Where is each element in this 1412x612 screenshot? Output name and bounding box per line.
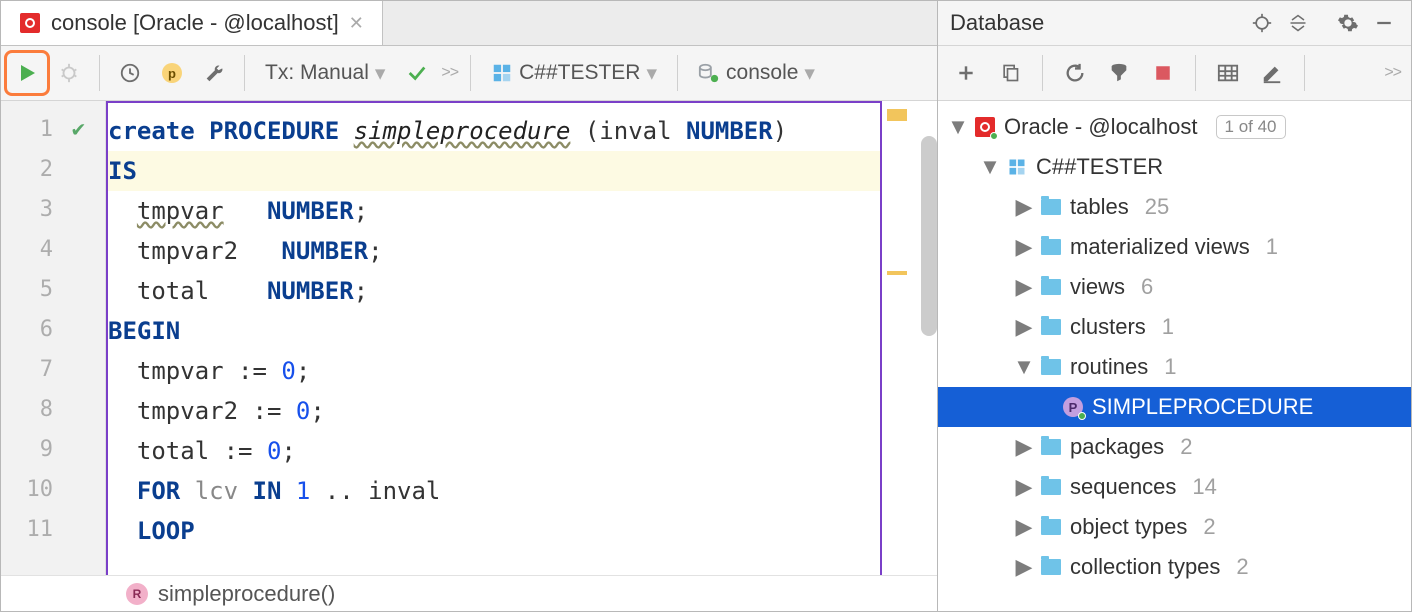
p-button[interactable]: p: [154, 55, 190, 91]
commit-button[interactable]: [399, 55, 435, 91]
database-tree[interactable]: ▼ Oracle - @localhost 1 of 40 ▼ C##TESTE…: [938, 101, 1411, 611]
chevron-down-icon: ▾: [646, 61, 657, 86]
breadcrumb-label: simpleprocedure(): [158, 581, 335, 607]
editor-tab[interactable]: console [Oracle - @localhost] ✕: [1, 1, 383, 45]
code-content[interactable]: create PROCEDURE simpleprocedure (inval …: [106, 101, 882, 575]
filter-button[interactable]: [1101, 55, 1137, 91]
routine-icon: R: [126, 583, 148, 605]
tables-node[interactable]: ▶ tables 25: [938, 187, 1411, 227]
datasource-label: Oracle - @localhost: [1004, 114, 1198, 140]
close-tab-icon[interactable]: ✕: [349, 13, 364, 34]
add-button[interactable]: [948, 55, 984, 91]
routine-item[interactable]: P SIMPLEPROCEDURE: [938, 387, 1411, 427]
edit-button[interactable]: [1254, 55, 1290, 91]
objtypes-node[interactable]: ▶ object types 2: [938, 507, 1411, 547]
code-editor[interactable]: 1✔ 2 3 4 5 6 7 8 9 10 11 create PROCEDUR…: [1, 101, 937, 575]
overflow-icon[interactable]: >>: [441, 64, 458, 82]
target-icon[interactable]: [1247, 8, 1277, 38]
overflow-icon[interactable]: >>: [1384, 64, 1401, 82]
expand-arrow-icon[interactable]: ▼: [1016, 354, 1032, 380]
line-gutter: 1✔ 2 3 4 5 6 7 8 9 10 11: [1, 101, 106, 575]
chevron-down-icon: ▾: [375, 61, 386, 86]
sequences-node[interactable]: ▶ sequences 14: [938, 467, 1411, 507]
collapse-icon[interactable]: [1283, 8, 1313, 38]
session-label: console: [726, 61, 798, 85]
matviews-node[interactable]: ▶ materialized views 1: [938, 227, 1411, 267]
scrollbar-thumb[interactable]: [921, 136, 937, 336]
folder-icon: [1040, 199, 1062, 215]
database-panel-header: Database: [938, 1, 1411, 46]
history-button[interactable]: [112, 55, 148, 91]
routines-node[interactable]: ▼ routines 1: [938, 347, 1411, 387]
tx-mode-selector[interactable]: Tx: Manual ▾: [257, 61, 393, 86]
schema-label: C##TESTER: [1036, 154, 1163, 180]
oracle-icon: [974, 117, 996, 137]
oracle-icon: [19, 12, 41, 34]
editor-toolbar: p Tx: Manual ▾ >> C##TESTER ▾: [1, 46, 937, 101]
packages-node[interactable]: ▶ packages 2: [938, 427, 1411, 467]
expand-arrow-icon[interactable]: ▼: [982, 154, 998, 180]
line-marker[interactable]: [887, 271, 907, 275]
expand-arrow-icon[interactable]: ▶: [1016, 194, 1032, 220]
table-view-button[interactable]: [1210, 55, 1246, 91]
schema-label: C##TESTER: [519, 61, 640, 85]
database-panel-title: Database: [950, 10, 1241, 36]
colltypes-node[interactable]: ▶ collection types 2: [938, 547, 1411, 587]
breadcrumb: R simpleprocedure(): [1, 575, 937, 611]
schema-icon: [491, 62, 513, 84]
editor-tab-bar: console [Oracle - @localhost] ✕: [1, 1, 937, 46]
tab-label: console [Oracle - @localhost]: [51, 10, 339, 36]
schema-icon: [1006, 157, 1028, 177]
session-selector[interactable]: console ▾: [690, 61, 823, 86]
refresh-button[interactable]: [1057, 55, 1093, 91]
debug-button[interactable]: [51, 55, 87, 91]
routine-label: SIMPLEPROCEDURE: [1092, 394, 1313, 420]
warning-marker[interactable]: [887, 109, 907, 121]
gear-icon[interactable]: [1333, 8, 1363, 38]
minimize-icon[interactable]: [1369, 8, 1399, 38]
chevron-down-icon: ▾: [804, 61, 815, 86]
run-button[interactable]: [9, 55, 45, 91]
datasource-badge: 1 of 40: [1216, 115, 1286, 139]
database-toolbar: >>: [938, 46, 1411, 101]
copy-button[interactable]: [992, 55, 1028, 91]
clusters-node[interactable]: ▶ clusters 1: [938, 307, 1411, 347]
datasource-node[interactable]: ▼ Oracle - @localhost 1 of 40: [938, 107, 1411, 147]
expand-arrow-icon[interactable]: ▼: [950, 114, 966, 140]
tx-label: Tx: Manual: [265, 61, 369, 85]
settings-wrench-button[interactable]: [196, 55, 232, 91]
views-node[interactable]: ▶ views 6: [938, 267, 1411, 307]
console-icon: [698, 62, 720, 84]
stop-button[interactable]: [1145, 55, 1181, 91]
schema-selector[interactable]: C##TESTER ▾: [483, 61, 665, 86]
marker-strip: [882, 101, 937, 575]
procedure-icon: P: [1062, 397, 1084, 417]
schema-node[interactable]: ▼ C##TESTER: [938, 147, 1411, 187]
